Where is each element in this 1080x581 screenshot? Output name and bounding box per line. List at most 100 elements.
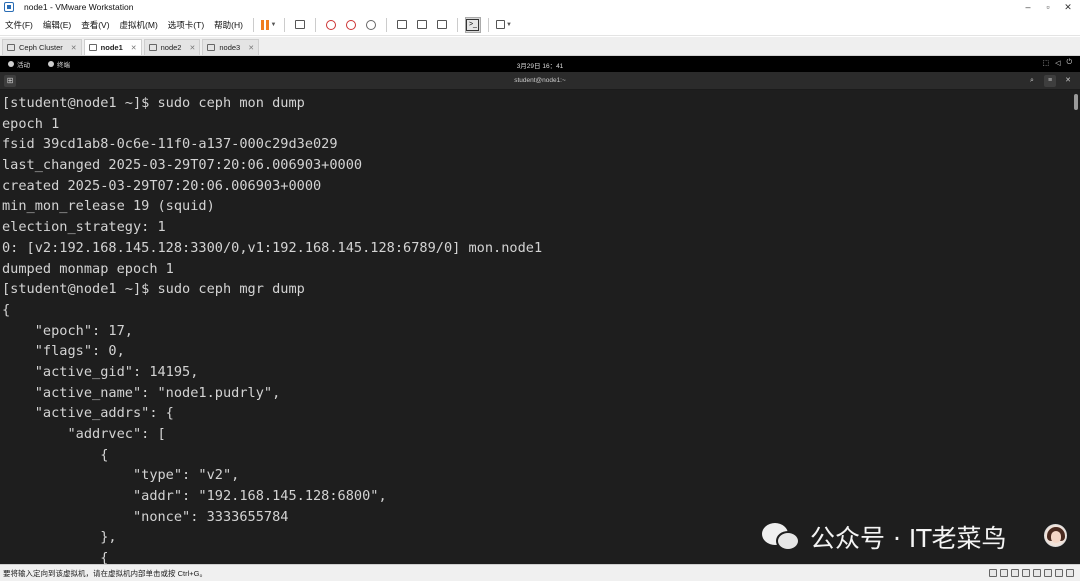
- folder-icon: [7, 44, 15, 51]
- new-tab-icon[interactable]: ⊞: [4, 75, 16, 87]
- close-icon[interactable]: ✕: [71, 44, 77, 52]
- snapshot-icon[interactable]: [323, 17, 339, 33]
- terminal-line: "active_addrs": {: [2, 405, 174, 422]
- network-icon: ⬚: [1042, 60, 1050, 67]
- menu-toolbar: 文件(F) 编辑(E) 查看(V) 虚拟机(M) 选项卡(T) 帮助(H) ▼ …: [0, 14, 1080, 36]
- terminal-line: "nonce": 3333655784: [2, 508, 289, 525]
- menu-edit[interactable]: 编辑(E): [38, 19, 76, 31]
- library-icon[interactable]: [394, 17, 410, 33]
- window-controls: – ▫ ✕: [1018, 0, 1078, 14]
- app-menu-terminal[interactable]: 终端: [48, 59, 70, 69]
- hamburger-menu-icon[interactable]: ≡: [1044, 75, 1056, 87]
- clock[interactable]: 3月29日 16：41: [0, 60, 1080, 70]
- terminal-line: "flags": 0,: [2, 343, 125, 360]
- close-icon[interactable]: ✕: [248, 44, 254, 52]
- printer-icon[interactable]: [1044, 569, 1052, 577]
- fullscreen-icon[interactable]: [434, 17, 450, 33]
- minimize-button[interactable]: –: [1018, 0, 1038, 14]
- revert-snapshot-icon[interactable]: [343, 17, 359, 33]
- vm-icon: [88, 44, 97, 51]
- terminal-line: fsid 39cd1ab8-0c6e-11f0-a137-000c29d3e02…: [2, 136, 338, 153]
- tab-node1[interactable]: node1 ✕: [83, 39, 142, 55]
- terminal-line: dumped monmap epoch 1: [2, 260, 174, 277]
- toolbar-separator: [283, 17, 285, 32]
- system-tray[interactable]: ⬚ ◁ ⏻: [1042, 59, 1072, 67]
- tab-label: node3: [219, 43, 241, 52]
- search-icon[interactable]: ⌕: [1026, 75, 1038, 87]
- terminal-title: student@node1:~: [514, 77, 566, 84]
- terminal-controls: ⌕ ≡ ✕: [1026, 75, 1074, 87]
- gnome-top-bar: 活动 终端 3月29日 16：41 ⬚ ◁ ⏻: [0, 56, 1080, 72]
- menu-help[interactable]: 帮助(H): [209, 19, 248, 31]
- terminal-line: [student@node1 ~]$ sudo ceph mgr dump: [2, 281, 305, 298]
- close-icon[interactable]: ✕: [131, 44, 137, 52]
- thumbnail-icon[interactable]: [414, 17, 430, 33]
- terminal-line: "epoch": 17,: [2, 322, 133, 339]
- menu-file[interactable]: 文件(F): [0, 19, 38, 31]
- toolbar-separator: [487, 17, 489, 32]
- cdrom-icon[interactable]: [1000, 569, 1008, 577]
- tab-ceph-cluster[interactable]: Ceph Cluster ✕: [2, 39, 82, 55]
- watermark: 公众号 · IT老菜鸟: [762, 519, 1007, 555]
- terminal-line: {: [2, 550, 109, 564]
- snapshot-manager-icon[interactable]: [363, 17, 379, 33]
- terminal-lines: [student@node1 ~]$ sudo ceph mon dump epo…: [2, 93, 542, 564]
- hdd-icon[interactable]: [989, 569, 997, 577]
- status-message: 要将输入定向到该虚拟机，请在虚拟机内部单击或按 Ctrl+G。: [3, 568, 207, 578]
- app-label: 终端: [57, 62, 70, 69]
- console-view-icon[interactable]: >_: [464, 16, 481, 33]
- pause-icon[interactable]: ▼: [261, 17, 277, 33]
- terminal-line: "active_gid": 14195,: [2, 363, 199, 380]
- toolbar-separator: [456, 17, 458, 32]
- sound-icon[interactable]: [1033, 569, 1041, 577]
- scrollbar-thumb[interactable]: [1074, 94, 1078, 110]
- send-ctrl-alt-del-icon[interactable]: [292, 17, 308, 33]
- menu-tabs[interactable]: 选项卡(T): [163, 19, 209, 31]
- close-icon[interactable]: ✕: [189, 44, 195, 52]
- vm-tab-bar: Ceph Cluster ✕ node1 ✕ node2 ✕ node3 ✕: [0, 37, 1080, 56]
- watermark-text: 公众号 · IT老菜鸟: [810, 524, 1007, 553]
- terminal-line: "addr": "192.168.145.128:6800",: [2, 488, 387, 505]
- network-adapter-icon[interactable]: [1011, 569, 1019, 577]
- display-icon[interactable]: [1055, 569, 1063, 577]
- vm-icon: [148, 44, 157, 51]
- menu-vm[interactable]: 虚拟机(M): [115, 19, 163, 31]
- toolbar-separator: [252, 17, 254, 32]
- toolbar-separator: [314, 17, 316, 32]
- toolbar-separator: [385, 17, 387, 32]
- vm-icon: [207, 44, 216, 51]
- terminal-line: epoch 1: [2, 115, 60, 132]
- wechat-icon: [762, 521, 802, 553]
- terminal-line: "active_name": "node1.pudrly",: [2, 384, 281, 401]
- terminal-line: last_changed 2025-03-29T07:20:06.006903+…: [2, 157, 363, 174]
- terminal-line: },: [2, 529, 117, 546]
- usb-icon[interactable]: [1022, 569, 1030, 577]
- title-bar: node1 - VMware Workstation – ▫ ✕: [0, 0, 1080, 14]
- tab-label: Ceph Cluster: [19, 43, 63, 52]
- activities-icon: [8, 61, 14, 67]
- maximize-button[interactable]: ▫: [1038, 0, 1058, 14]
- tab-node2[interactable]: node2 ✕: [143, 39, 201, 55]
- terminal-output[interactable]: [student@node1 ~]$ sudo ceph mon dump epo…: [0, 90, 1080, 564]
- terminal-line: election_strategy: 1: [2, 219, 166, 236]
- menu-view[interactable]: 查看(V): [76, 19, 114, 31]
- stretch-guest-icon[interactable]: ▼: [495, 17, 512, 33]
- device-icons: [989, 569, 1074, 577]
- volume-icon: ◁: [1055, 60, 1061, 67]
- terminal-line: [student@node1 ~]$ sudo ceph mon dump: [2, 95, 305, 111]
- activities-button[interactable]: 活动: [8, 59, 30, 69]
- window-title: node1 - VMware Workstation: [24, 2, 134, 12]
- terminal-headerbar: ⊞ student@node1:~ ⌕ ≡ ✕: [0, 72, 1080, 90]
- terminal-icon: [48, 61, 54, 67]
- status-bar: 要将输入定向到该虚拟机，请在虚拟机内部单击或按 Ctrl+G。: [0, 564, 1080, 581]
- terminal-line: created 2025-03-29T07:20:06.006903+0000: [2, 177, 322, 194]
- power-icon: ⏻: [1066, 59, 1072, 66]
- terminal-line: {: [2, 301, 11, 318]
- terminal-line: "type": "v2",: [2, 467, 240, 484]
- terminal-line: min_mon_release 19 (squid): [2, 198, 215, 215]
- close-button[interactable]: ✕: [1058, 0, 1078, 14]
- tab-label: node1: [100, 43, 123, 52]
- close-icon[interactable]: ✕: [1062, 75, 1074, 87]
- fullscreen-toggle-icon[interactable]: [1066, 569, 1074, 577]
- tab-node3[interactable]: node3 ✕: [202, 39, 260, 55]
